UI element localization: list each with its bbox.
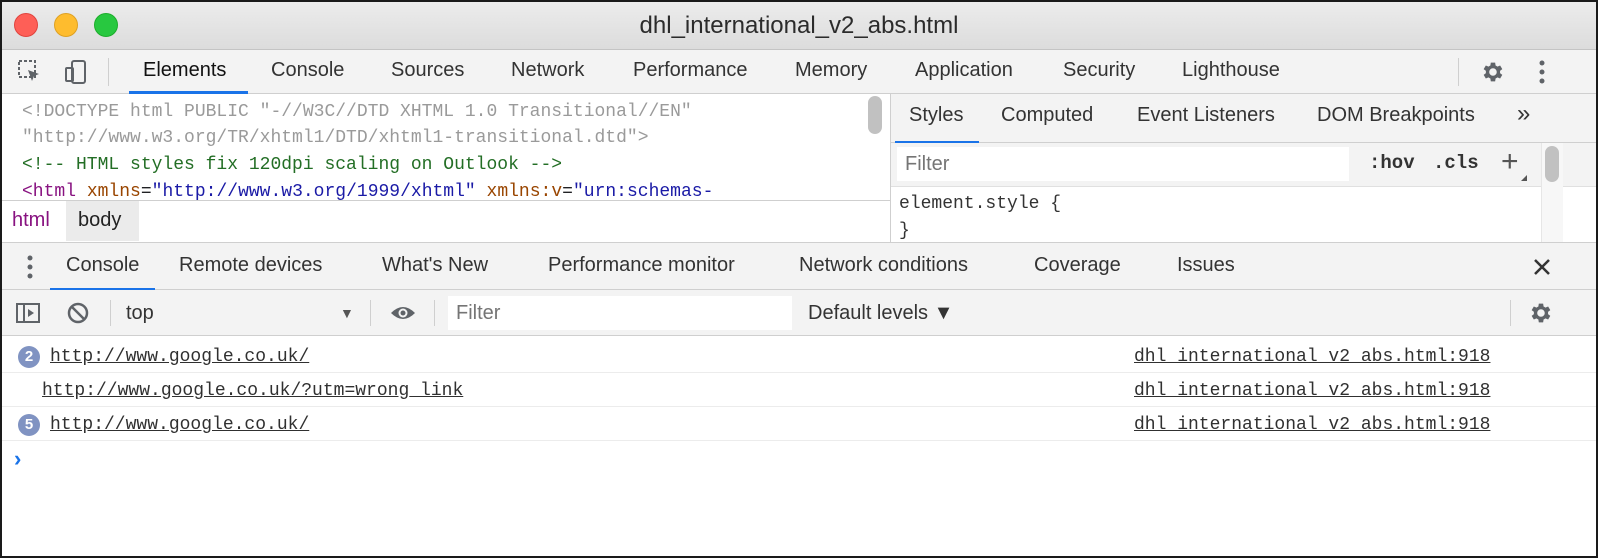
tab-styles[interactable]: Styles <box>894 104 981 144</box>
tab-security[interactable]: Security <box>1063 50 1135 94</box>
repeat-count-badge: 5 <box>18 414 40 436</box>
attr-xmlns: xmlns <box>86 182 141 200</box>
styles-scrollbar[interactable] <box>1545 146 1559 182</box>
console-prompt[interactable]: › <box>14 446 21 472</box>
main-tab-bar: Elements Console Sources Network Perform… <box>2 50 1596 94</box>
doctype-line[interactable]: <!DOCTYPE html PUBLIC "-//W3C//DTD XHTML… <box>22 102 692 122</box>
drawer-tab-remote-devices[interactable]: Remote devices <box>179 254 322 277</box>
sidebar-toggle-icon[interactable] <box>12 297 44 329</box>
tab-computed[interactable]: Computed <box>1001 104 1093 127</box>
new-style-rule-menu-icon[interactable] <box>1521 175 1527 181</box>
dropdown-arrow-icon[interactable]: ▼ <box>340 305 354 321</box>
inspect-element-icon[interactable] <box>14 56 46 88</box>
drawer-tab-bar: Console Remote devices What's New Perfor… <box>2 242 1596 291</box>
cls-toggle[interactable]: .cls <box>1433 152 1479 174</box>
drawer-menu-icon[interactable] <box>14 251 46 283</box>
toolbar-divider <box>1458 58 1459 86</box>
tab-elements[interactable]: Elements <box>128 50 249 94</box>
title-bar: dhl_international_v2_abs.html <box>2 2 1596 50</box>
tab-memory[interactable]: Memory <box>795 50 867 94</box>
styles-tab-bar: Styles Computed Event Listeners DOM Brea… <box>891 94 1596 144</box>
message-link[interactable]: http://www.google.co.uk/?utm=wrong_link <box>42 381 463 401</box>
tab-network[interactable]: Network <box>511 50 584 94</box>
html-tag-open: <html <box>22 182 77 200</box>
console-settings-icon[interactable] <box>1524 297 1556 329</box>
element-style-rule-open[interactable]: element.style { <box>899 194 1061 214</box>
breadcrumb-body[interactable]: body <box>66 201 139 241</box>
tab-application[interactable]: Application <box>915 50 1013 94</box>
tab-sources[interactable]: Sources <box>391 50 464 94</box>
toolbar-divider <box>370 300 371 326</box>
styles-filter-row: :hov .cls + <box>891 143 1596 187</box>
message-source-link[interactable]: dhl_international_v2_abs.html:918 <box>1134 347 1490 367</box>
element-style-rule-close: } <box>899 221 910 241</box>
log-levels-dropdown[interactable]: Default levels ▼ <box>808 302 953 325</box>
more-tabs-chevron-icon[interactable]: » <box>1517 100 1530 128</box>
styles-filter-input[interactable] <box>897 147 1349 181</box>
tab-event-listeners[interactable]: Event Listeners <box>1137 104 1275 127</box>
hov-toggle[interactable]: :hov <box>1369 152 1415 174</box>
tab-dom-breakpoints[interactable]: DOM Breakpoints <box>1317 104 1475 127</box>
toolbar-divider <box>1510 300 1511 326</box>
clear-console-icon[interactable] <box>62 297 94 329</box>
elements-scrollbar[interactable] <box>868 96 882 134</box>
message-link[interactable]: http://www.google.co.uk/ <box>50 347 309 367</box>
console-message: 2 http://www.google.co.uk/ dhl_internati… <box>2 340 1596 373</box>
attr-xmlns-v-value: "urn:schemas- <box>572 182 714 200</box>
window-title: dhl_international_v2_abs.html <box>639 12 959 39</box>
tab-performance[interactable]: Performance <box>633 50 748 94</box>
repeat-count-badge: 2 <box>18 346 40 368</box>
toolbar-divider <box>434 300 435 326</box>
attr-xmlns-v: xmlns:v <box>486 182 563 200</box>
styles-sidebar: Styles Computed Event Listeners DOM Brea… <box>890 94 1596 242</box>
drawer-tab-performance-monitor[interactable]: Performance monitor <box>548 254 735 277</box>
comment-node[interactable]: <!-- HTML styles fix 120dpi scaling on O… <box>22 155 562 175</box>
device-toolbar-icon[interactable] <box>60 56 92 88</box>
tab-lighthouse[interactable]: Lighthouse <box>1182 50 1280 94</box>
elements-tree: <!DOCTYPE html PUBLIC "-//W3C//DTD XHTML… <box>2 94 890 200</box>
breadcrumb-html[interactable]: html <box>12 209 50 232</box>
message-link[interactable]: http://www.google.co.uk/ <box>50 415 309 435</box>
drawer-tab-console[interactable]: Console <box>49 254 156 291</box>
drawer-tab-coverage[interactable]: Coverage <box>1034 254 1121 277</box>
toolbar-divider <box>108 58 109 86</box>
console-message: http://www.google.co.uk/?utm=wrong_link … <box>2 374 1596 407</box>
toolbar-divider <box>110 300 111 326</box>
drawer-tab-network-conditions[interactable]: Network conditions <box>799 254 968 277</box>
message-source-link[interactable]: dhl_international_v2_abs.html:918 <box>1134 381 1490 401</box>
close-icon[interactable] <box>1526 251 1558 283</box>
eye-icon[interactable] <box>387 297 419 329</box>
tab-console[interactable]: Console <box>271 50 344 94</box>
html-node[interactable]: <html xmlns="http://www.w3.org/1999/xhtm… <box>22 182 713 200</box>
doctype-line-continued[interactable]: "http://www.w3.org/TR/xhtml1/DTD/xhtml1-… <box>22 128 649 148</box>
console-message: 5 http://www.google.co.uk/ dhl_internati… <box>2 408 1596 441</box>
drawer-tab-whats-new[interactable]: What's New <box>382 254 488 277</box>
settings-gear-icon[interactable] <box>1476 56 1508 88</box>
attr-xmlns-value: "http://www.w3.org/1999/xhtml" <box>151 182 476 200</box>
console-filter-input[interactable] <box>448 296 792 330</box>
breadcrumb: html body <box>2 200 890 242</box>
context-selector[interactable]: top <box>126 302 154 325</box>
console-toolbar: top ▼ Default levels ▼ <box>2 290 1596 336</box>
more-vertical-icon[interactable] <box>1526 56 1558 88</box>
devtools-window: dhl_international_v2_abs.html Elements C… <box>0 0 1598 558</box>
message-source-link[interactable]: dhl_international_v2_abs.html:918 <box>1134 415 1490 435</box>
new-style-rule-button[interactable]: + <box>1501 145 1519 179</box>
drawer-tab-issues[interactable]: Issues <box>1177 254 1235 277</box>
